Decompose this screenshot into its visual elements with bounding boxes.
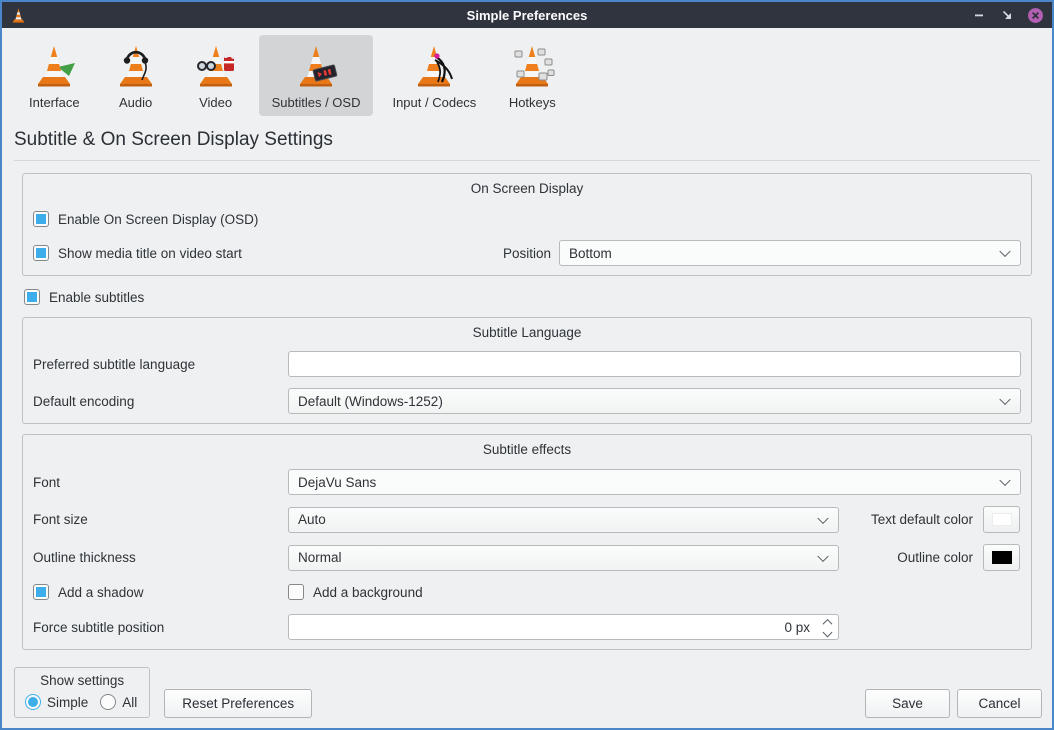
- subtitles-osd-icon: [292, 42, 340, 90]
- force-subtitle-position-label: Force subtitle position: [33, 620, 288, 635]
- preferred-language-label: Preferred subtitle language: [33, 357, 288, 372]
- font-label: Font: [33, 475, 288, 490]
- vlc-logo-icon: [10, 7, 27, 24]
- category-toolbar: Interface Audio: [2, 28, 1052, 116]
- text-color-swatch: [992, 513, 1012, 526]
- default-encoding-select[interactable]: Default (Windows-1252): [288, 388, 1021, 414]
- preferences-window: Simple Preferences: [0, 0, 1054, 730]
- simple-radio-label: Simple: [47, 695, 88, 710]
- tab-hotkeys[interactable]: Hotkeys: [495, 35, 569, 116]
- simple-radio[interactable]: [25, 694, 41, 710]
- outline-color-button[interactable]: [983, 544, 1020, 571]
- save-button[interactable]: Save: [865, 689, 950, 718]
- tab-input-codecs[interactable]: Input / Codecs: [379, 35, 489, 116]
- position-label: Position: [503, 246, 551, 261]
- tab-label: Input / Codecs: [392, 95, 476, 110]
- outline-thickness-label: Outline thickness: [33, 550, 288, 565]
- add-background-checkbox[interactable]: [288, 584, 304, 600]
- subtitle-effects-title: Subtitle effects: [33, 441, 1021, 459]
- default-encoding-label: Default encoding: [33, 394, 288, 409]
- force-subtitle-position-spinner[interactable]: 0 px: [288, 614, 839, 640]
- video-icon: [192, 42, 240, 90]
- show-media-title-checkbox[interactable]: [33, 245, 49, 261]
- input-codecs-icon: [410, 42, 458, 90]
- tab-video[interactable]: Video: [179, 35, 253, 116]
- add-background-label: Add a background: [313, 585, 423, 600]
- preferred-language-input[interactable]: [288, 351, 1021, 377]
- tab-subtitles-osd[interactable]: Subtitles / OSD: [259, 35, 374, 116]
- subtitle-language-group: Subtitle Language Preferred subtitle lan…: [22, 317, 1032, 424]
- reset-preferences-button[interactable]: Reset Preferences: [164, 689, 312, 718]
- interface-icon: [30, 42, 78, 90]
- titlebar[interactable]: Simple Preferences: [2, 2, 1052, 28]
- enable-osd-checkbox[interactable]: [33, 211, 49, 227]
- osd-group-title: On Screen Display: [33, 180, 1021, 198]
- outline-color-label: Outline color: [897, 550, 973, 565]
- footer-bar: Show settings Simple All Reset Preferenc…: [2, 667, 1052, 728]
- outline-thickness-select[interactable]: Normal: [288, 545, 839, 571]
- outline-color-swatch: [992, 551, 1012, 564]
- page-title: Subtitle & On Screen Display Settings: [14, 129, 1052, 151]
- position-select[interactable]: Bottom: [559, 240, 1021, 266]
- tab-label: Audio: [119, 95, 152, 110]
- spinner-arrows: [824, 617, 831, 637]
- maximize-icon[interactable]: [998, 6, 1016, 24]
- text-default-color-label: Text default color: [871, 512, 973, 527]
- hotkeys-icon: [508, 42, 556, 90]
- subtitle-effects-group: Subtitle effects Font DejaVu Sans Font s…: [22, 434, 1032, 650]
- all-radio[interactable]: [100, 694, 116, 710]
- spin-down-icon[interactable]: [823, 627, 833, 637]
- font-size-label: Font size: [33, 512, 288, 527]
- show-settings-group: Show settings Simple All: [14, 667, 150, 718]
- font-size-select[interactable]: Auto: [288, 507, 839, 533]
- minimize-icon[interactable]: [970, 6, 988, 24]
- window-controls: [970, 6, 1044, 24]
- tab-audio[interactable]: Audio: [99, 35, 173, 116]
- subtitle-language-title: Subtitle Language: [33, 324, 1021, 342]
- show-settings-title: Show settings: [25, 673, 139, 688]
- osd-group: On Screen Display Enable On Screen Displ…: [22, 173, 1032, 276]
- tab-label: Hotkeys: [509, 95, 556, 110]
- all-radio-label: All: [122, 695, 137, 710]
- window-title: Simple Preferences: [2, 8, 1052, 23]
- text-default-color-button[interactable]: [983, 506, 1020, 533]
- font-select[interactable]: DejaVu Sans: [288, 469, 1021, 495]
- enable-osd-label: Enable On Screen Display (OSD): [58, 212, 258, 227]
- close-icon[interactable]: [1026, 6, 1044, 24]
- tab-label: Interface: [29, 95, 80, 110]
- tab-label: Video: [199, 95, 232, 110]
- show-media-title-label: Show media title on video start: [58, 246, 242, 261]
- divider: [14, 160, 1040, 161]
- tab-label: Subtitles / OSD: [272, 95, 361, 110]
- enable-subtitles-label: Enable subtitles: [49, 290, 144, 305]
- tab-interface[interactable]: Interface: [16, 35, 93, 116]
- audio-icon: [112, 42, 160, 90]
- enable-subtitles-checkbox[interactable]: [24, 289, 40, 305]
- cancel-button[interactable]: Cancel: [957, 689, 1042, 718]
- add-shadow-checkbox[interactable]: [33, 584, 49, 600]
- add-shadow-label: Add a shadow: [58, 585, 144, 600]
